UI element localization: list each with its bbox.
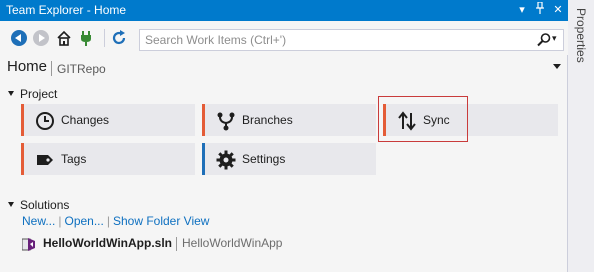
highlight-box [378,96,468,142]
collapse-triangle-icon [8,202,14,208]
header-dropdown-icon[interactable] [553,64,561,69]
refresh-icon[interactable] [111,30,127,46]
tile-label: Settings [242,152,286,166]
window-title: Team Explorer - Home [6,3,127,17]
open-link[interactable]: Open... [64,214,103,228]
collapse-triangle-icon [8,91,14,97]
gear-icon [216,150,236,170]
team-explorer-panel: Team Explorer - Home ▾ ✕ ▾ Home GITR [0,0,568,272]
clock-icon [35,111,55,131]
search-icon[interactable] [536,32,552,51]
tile-accent [21,104,24,136]
tile-label: Branches [242,113,293,127]
link-separator: | [58,214,62,228]
tile-branches[interactable]: Branches [202,104,376,136]
branch-icon [216,111,236,131]
tile-label: Tags [61,152,87,166]
properties-side-tab[interactable]: Properties [570,0,594,272]
new-link[interactable]: New... [22,214,55,228]
title-bar: Team Explorer - Home ▾ ✕ [0,0,568,21]
tile-changes[interactable]: Changes [21,104,195,136]
tile-settings[interactable]: Settings [202,143,376,175]
tag-icon [35,150,55,170]
tile-label: Changes [61,113,110,127]
project-heading: Project [20,87,58,101]
show-folder-view-link[interactable]: Show Folder View [113,214,210,228]
solutions-heading: Solutions [20,198,70,212]
solution-description: HelloWorldWinApp [182,236,283,250]
toolbar: ▾ [0,21,568,55]
search-input[interactable] [140,30,530,50]
project-section-header[interactable]: Project [8,87,57,101]
link-separator: | [106,214,110,228]
solution-divider [176,237,177,251]
tile-tags[interactable]: Tags [21,143,195,175]
tile-accent [202,143,205,175]
solution-links: New... | Open... | Show Folder View [22,214,209,228]
home-icon[interactable] [56,30,72,46]
header-divider [51,61,52,76]
visual-studio-solution-icon [21,237,36,251]
tile-accent [21,143,24,175]
forward-arrow-icon[interactable] [33,30,49,46]
search-dropdown-icon[interactable]: ▾ [552,33,557,44]
solution-name: HelloWorldWinApp.sln [43,236,172,250]
close-icon[interactable]: ✕ [550,2,566,18]
page-header: Home GITRepo [7,58,565,80]
solutions-section-header[interactable]: Solutions [8,198,69,212]
search-box[interactable]: ▾ [139,29,564,51]
tile-accent [202,104,205,136]
connect-plug-icon[interactable] [78,30,94,46]
dropdown-arrow-icon[interactable]: ▾ [514,2,530,18]
toolbar-separator [104,29,105,47]
repo-name: GITRepo [57,62,106,76]
page-title: Home [7,58,48,75]
back-arrow-icon[interactable] [11,30,27,46]
pin-icon[interactable] [532,1,548,18]
properties-tab-label: Properties [574,8,588,63]
